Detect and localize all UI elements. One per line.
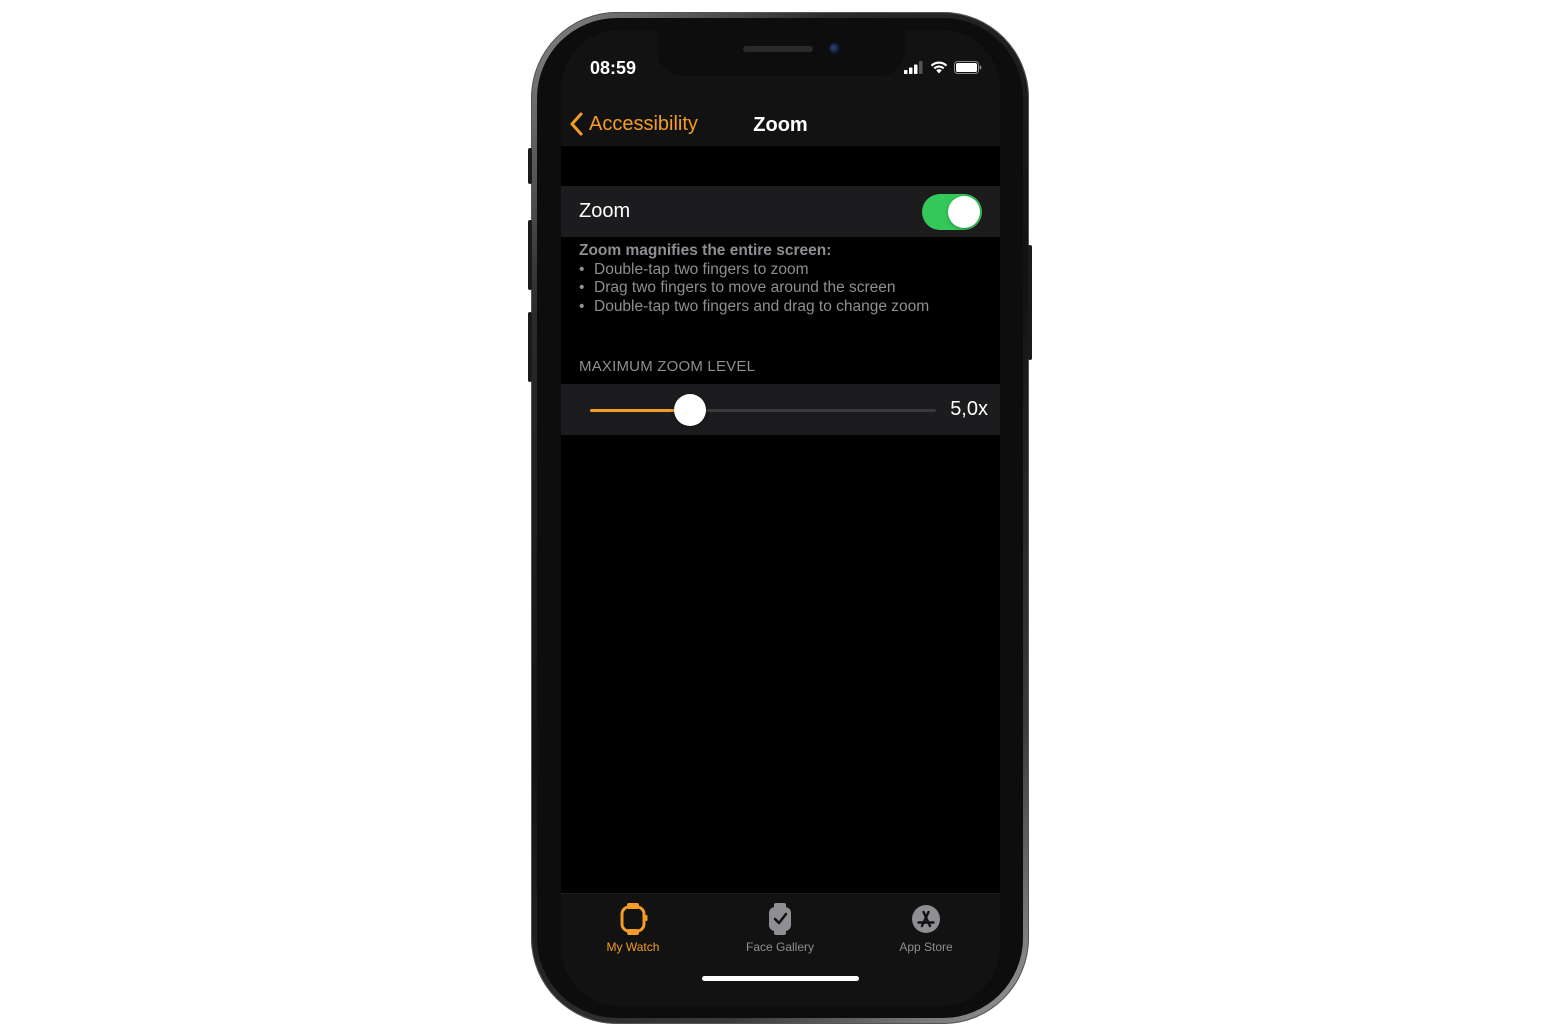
cellular-signal-icon	[904, 61, 923, 74]
tab-label: My Watch	[606, 940, 660, 954]
wifi-icon	[930, 61, 948, 74]
tab-label: App Store	[899, 940, 953, 954]
mute-switch	[528, 148, 532, 184]
list-item-text: Double-tap two fingers and drag to chang…	[594, 297, 930, 315]
list-item: • Double-tap two fingers to zoom	[579, 261, 979, 280]
max-zoom-value: 5,0x	[950, 398, 988, 420]
front-camera	[829, 43, 841, 55]
list-item-text: Double-tap two fingers to zoom	[594, 260, 809, 278]
page-title: Zoom	[753, 114, 808, 136]
tab-label: Face Gallery	[745, 940, 815, 954]
zoom-description: Zoom magnifies the entire screen: • Doub…	[579, 242, 979, 316]
watch-face-icon	[769, 903, 791, 935]
app-store-icon	[912, 905, 940, 933]
max-zoom-slider[interactable]	[590, 394, 936, 426]
status-icons	[904, 61, 982, 74]
bullet: •	[579, 260, 585, 278]
tab-bar: My Watch Face Gallery App Store	[561, 893, 1000, 1006]
bullet: •	[579, 297, 585, 315]
zoom-description-heading: Zoom magnifies the entire screen:	[579, 242, 832, 259]
bullet: •	[579, 279, 585, 296]
tab-my-watch[interactable]: My Watch	[573, 902, 693, 954]
list-item: • Double-tap two fingers and drag to cha…	[579, 298, 979, 317]
status-time: 08:59	[590, 58, 637, 78]
earpiece-speaker	[743, 46, 813, 52]
tab-app-store[interactable]: App Store	[866, 902, 986, 954]
tab-face-gallery[interactable]: Face Gallery	[720, 902, 840, 954]
zoom-toggle-switch[interactable]	[922, 194, 982, 230]
side-button	[1028, 245, 1032, 360]
toggle-knob	[948, 196, 980, 228]
home-indicator[interactable]	[702, 976, 859, 981]
page: 08:59 Accessibility Zoom Zoom Zoom magni…	[0, 0, 1560, 1034]
screen: 08:59 Accessibility Zoom Zoom Zoom magni…	[561, 30, 1000, 1006]
list-item: • Drag two fingers to move around the sc…	[579, 279, 979, 298]
max-zoom-section-header: MAXIMUM ZOOM LEVEL	[579, 358, 756, 375]
section-spacer	[561, 146, 1000, 186]
volume-up-button	[528, 220, 532, 290]
battery-icon	[954, 61, 982, 74]
navigation-bar: Accessibility Zoom	[561, 102, 1000, 146]
zoom-toggle-cell: Zoom	[561, 186, 1000, 237]
watch-icon	[620, 903, 648, 935]
list-item-text: Drag two fingers to move around the scre…	[594, 279, 896, 296]
max-zoom-slider-cell: 5,0x	[561, 384, 1000, 435]
notch	[657, 30, 905, 76]
slider-thumb[interactable]	[674, 394, 707, 426]
volume-down-button	[528, 312, 532, 382]
zoom-cell-label: Zoom	[579, 200, 631, 222]
